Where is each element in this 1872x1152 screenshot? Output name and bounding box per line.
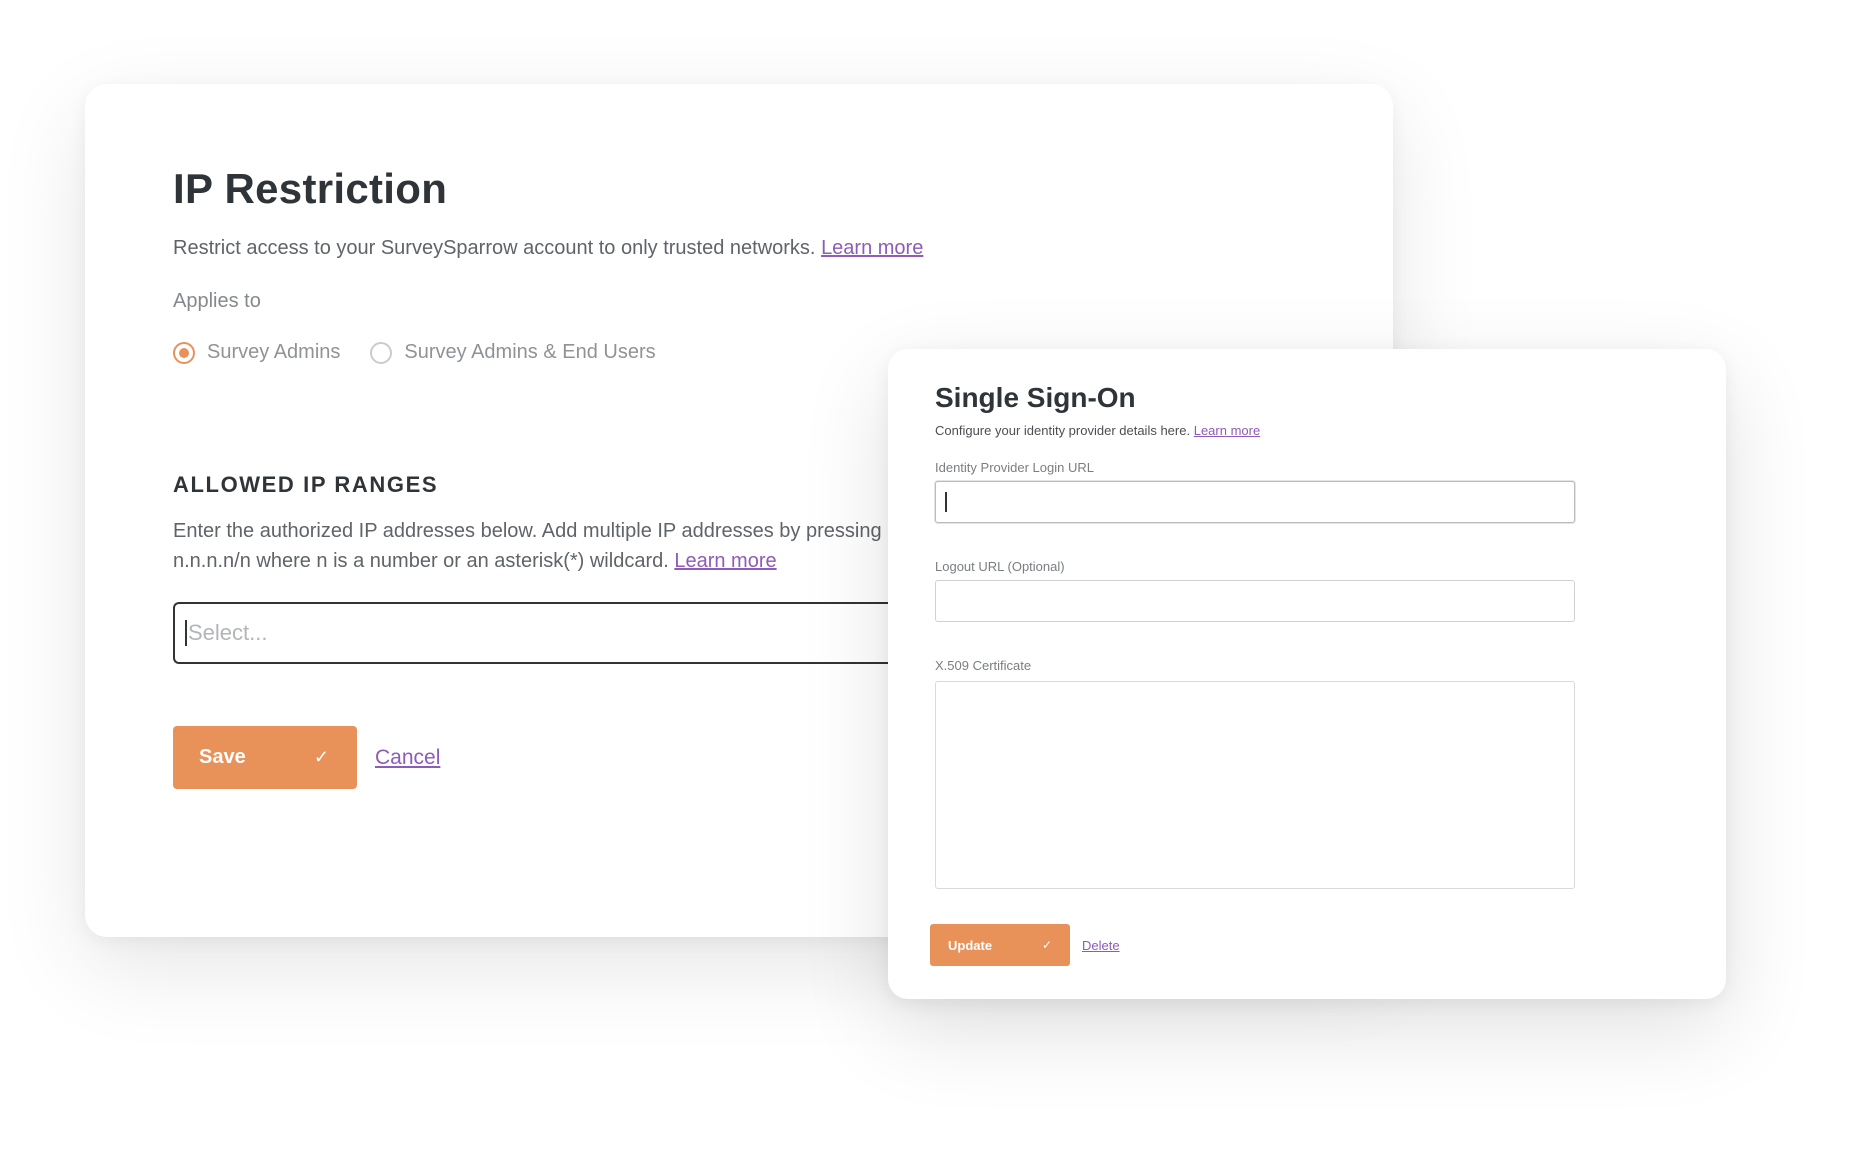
sso-card: Single Sign-On Configure your identity p… bbox=[888, 349, 1726, 999]
login-url-input[interactable] bbox=[935, 480, 1575, 523]
sso-actions: Update ✓ Delete bbox=[930, 924, 1120, 966]
radio-checked-icon[interactable] bbox=[173, 341, 195, 364]
logout-url-label: Logout URL (Optional) bbox=[935, 558, 1065, 574]
sso-title: Single Sign-On bbox=[935, 382, 1136, 413]
save-button[interactable]: Save ✓ bbox=[173, 726, 357, 790]
allowed-ip-ranges-desc-line1: Enter the authorized IP addresses below.… bbox=[173, 520, 882, 543]
screen: IP Restriction Restrict access to your S… bbox=[0, 0, 1872, 1152]
check-icon: ✓ bbox=[313, 747, 329, 768]
ip-restriction-learn-more-link[interactable]: Learn more bbox=[821, 237, 923, 259]
ip-range-select-input[interactable]: Select... bbox=[173, 602, 913, 665]
radio-unchecked-icon[interactable] bbox=[370, 341, 393, 364]
radio-survey-admins-end-users[interactable]: Survey Admins & End Users bbox=[370, 341, 656, 364]
text-caret bbox=[185, 620, 187, 647]
text-caret bbox=[945, 491, 947, 512]
sso-description-text: Configure your identity provider details… bbox=[935, 422, 1191, 438]
login-url-label: Identity Provider Login URL bbox=[935, 459, 1094, 475]
ip-restriction-title: IP Restriction bbox=[173, 165, 448, 212]
ip-restriction-description-text: Restrict access to your SurveySparrow ac… bbox=[173, 237, 816, 260]
allowed-ip-ranges-desc-line2-wrap: n.n.n.n/n where n is a number or an aste… bbox=[173, 546, 913, 576]
radio-survey-admins-end-users-label: Survey Admins & End Users bbox=[404, 341, 656, 364]
update-button[interactable]: Update ✓ bbox=[930, 924, 1070, 966]
certificate-textarea[interactable] bbox=[935, 680, 1575, 889]
ip-restriction-description: Restrict access to your SurveySparrow ac… bbox=[173, 236, 1393, 260]
sso-learn-more-link[interactable]: Learn more bbox=[1194, 423, 1260, 438]
delete-link[interactable]: Delete bbox=[1082, 938, 1120, 953]
ip-range-select-placeholder: Select... bbox=[188, 620, 268, 646]
allowed-ip-ranges-learn-more-link[interactable]: Learn more bbox=[674, 550, 776, 572]
radio-dot bbox=[179, 347, 189, 358]
allowed-ip-ranges-description: Enter the authorized IP addresses below.… bbox=[173, 516, 913, 576]
applies-to-label: Applies to bbox=[173, 290, 261, 313]
radio-survey-admins-label: Survey Admins bbox=[207, 341, 341, 364]
certificate-label: X.509 Certificate bbox=[935, 657, 1032, 673]
save-button-label: Save bbox=[199, 746, 246, 769]
logout-url-input[interactable] bbox=[935, 579, 1575, 622]
sso-description: Configure your identity provider details… bbox=[935, 423, 1575, 438]
allowed-ip-ranges-desc-line2: n.n.n.n/n where n is a number or an aste… bbox=[173, 550, 669, 573]
check-icon: ✓ bbox=[1041, 938, 1052, 952]
sso-content: Single Sign-On Configure your identity p… bbox=[935, 381, 1575, 889]
update-button-label: Update bbox=[948, 937, 993, 953]
radio-survey-admins[interactable]: Survey Admins bbox=[173, 341, 340, 364]
cancel-link[interactable]: Cancel bbox=[375, 746, 440, 770]
